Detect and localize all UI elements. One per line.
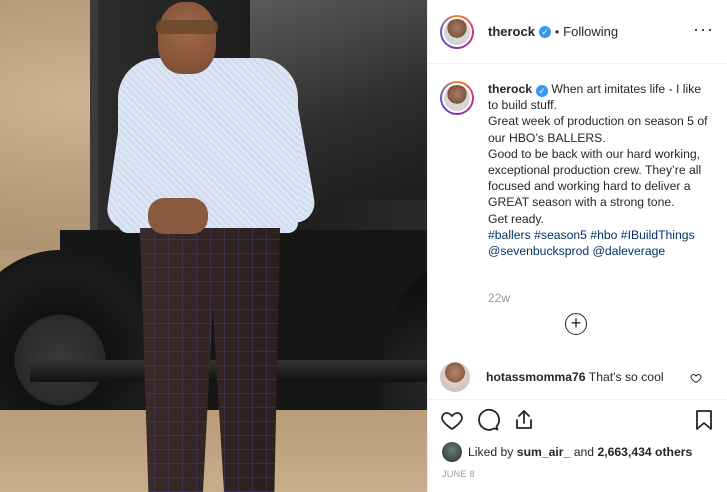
verified-badge-icon: ✓	[536, 85, 549, 97]
comment-item: hotassmomma76 That's so cool	[440, 362, 722, 392]
post-header: therock ✓ • Following ···	[428, 0, 727, 64]
save-bookmark-button[interactable]	[692, 408, 716, 435]
author-avatar[interactable]	[440, 14, 474, 49]
photo-person-hands	[148, 198, 208, 234]
caption: therock ✓ When art imitates life - I like…	[440, 81, 720, 259]
verified-badge-icon: ✓	[538, 25, 551, 38]
caption-line-3: Good to be back with our hard working, e…	[488, 146, 702, 210]
post-side-panel: therock ✓ • Following ··· therock ✓ When …	[427, 0, 727, 492]
commenter-username[interactable]: hotassmomma76	[486, 370, 586, 384]
action-icons	[440, 408, 536, 432]
comment-body: That's so cool	[588, 370, 664, 384]
first-liker-username[interactable]: sum_air_	[517, 445, 571, 459]
comment-like-heart-icon[interactable]	[690, 372, 702, 384]
instagram-post: therock ✓ • Following ··· therock ✓ When …	[0, 0, 727, 492]
heart-icon[interactable]	[440, 408, 464, 432]
caption-hashtags[interactable]: #ballers #season5 #hbo #IBuildThings @se…	[488, 228, 695, 258]
load-more-comments-button[interactable]: +	[565, 313, 587, 335]
likes-others-count[interactable]: 2,663,434 others	[597, 445, 692, 459]
caption-line-4: Get ready.	[488, 211, 544, 226]
likes-prefix: Liked by	[468, 445, 514, 459]
caption-username[interactable]: therock	[488, 82, 532, 96]
share-icon[interactable]	[512, 408, 536, 432]
bookmark-icon[interactable]	[692, 408, 716, 432]
photo-ground	[0, 410, 427, 492]
likes-summary: Liked by sum_air_ and 2,663,434 others	[442, 442, 692, 462]
caption-age[interactable]: 22w	[488, 291, 510, 305]
likes-joiner: and	[573, 445, 595, 459]
caption-author-avatar[interactable]	[440, 81, 474, 115]
header-separator: •	[554, 24, 560, 39]
photo-person-sunglasses	[156, 20, 218, 34]
author-username[interactable]: therock	[488, 24, 535, 39]
action-bar: Liked by sum_air_ and 2,663,434 others J…	[428, 399, 727, 492]
post-photo[interactable]	[0, 0, 427, 492]
post-date[interactable]: JUNE 8	[442, 469, 475, 479]
caption-text: therock ✓ When art imitates life - I like…	[488, 81, 710, 259]
photo-person-head	[158, 2, 216, 74]
comment-icon[interactable]	[476, 408, 500, 432]
following-button[interactable]: Following	[563, 24, 618, 39]
liker-avatar[interactable]	[442, 442, 462, 462]
more-options-icon[interactable]: ···	[693, 20, 714, 38]
commenter-avatar[interactable]	[440, 362, 470, 392]
caption-line-2: Great week of production on season 5 of …	[488, 114, 708, 145]
photo-person-shirt	[118, 58, 298, 233]
comment-text: hotassmomma76 That's so cool	[486, 370, 664, 384]
comments-section: therock ✓ When art imitates life - I like…	[428, 65, 727, 400]
